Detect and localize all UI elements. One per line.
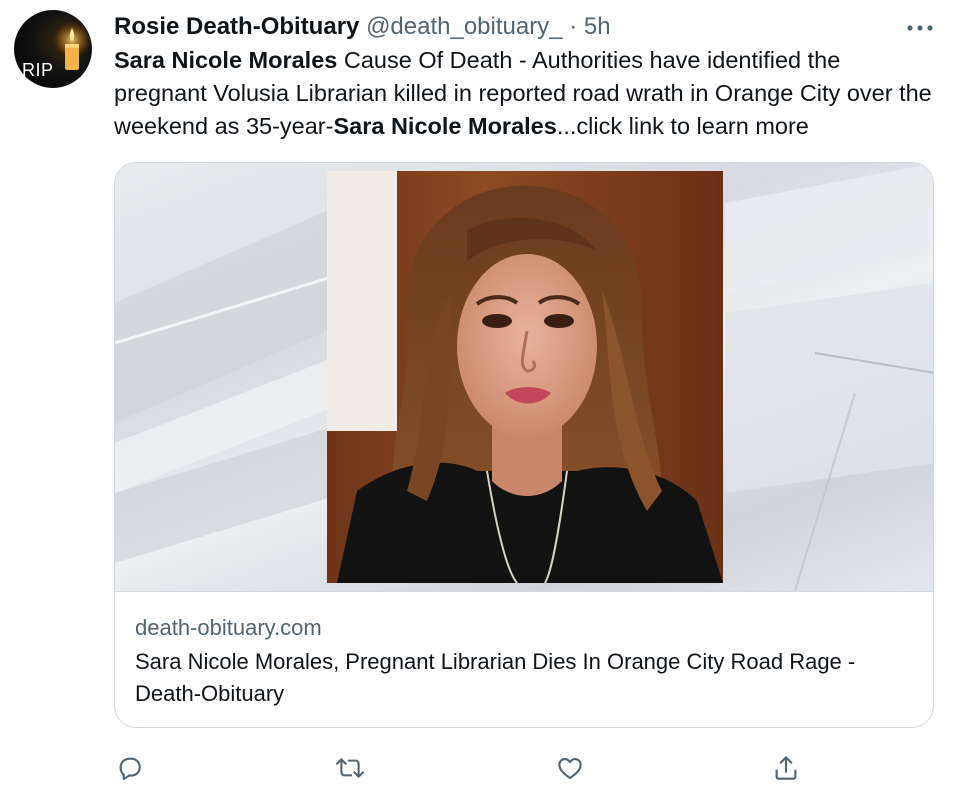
card-domain: death-obituary.com [135, 615, 322, 640]
share-icon [775, 756, 797, 780]
retweet-button[interactable] [330, 748, 370, 788]
display-name[interactable]: Rosie Death-Obituary [114, 13, 359, 40]
tweet-text-part: ...click link to learn more [556, 113, 809, 139]
timestamp[interactable]: 5h [584, 13, 611, 40]
card-title: Sara Nicole Morales, Pregnant Librarian … [135, 649, 856, 706]
highlighted-name: Sara Nicole Morales [114, 47, 338, 73]
more-horizontal-icon [907, 25, 933, 31]
reply-icon [119, 757, 141, 781]
highlighted-name: Sara Nicole Morales [333, 113, 557, 139]
tweet-text: Sara Nicole Morales Cause Of Death - Aut… [114, 44, 934, 143]
link-card[interactable]: death-obituary.com Sara Nicole Morales, … [114, 162, 934, 728]
retweet-icon [336, 758, 364, 778]
portrait-photo [327, 171, 723, 583]
separator: · [569, 13, 578, 40]
user-handle[interactable]: @death_obituary_ [366, 13, 563, 40]
card-meta[interactable]: death-obituary.com Sara Nicole Morales, … [115, 591, 933, 727]
more-options-button[interactable] [902, 12, 938, 42]
like-button[interactable] [550, 748, 590, 788]
avatar[interactable]: RIP [14, 10, 92, 88]
action-bar [114, 748, 934, 788]
tweet-header: Rosie Death-Obituary @death_obituary_ · … [114, 12, 611, 42]
share-button[interactable] [766, 748, 806, 788]
tweet: RIP Rosie Death-Obituary @death_obituary… [0, 0, 960, 791]
card-image[interactable] [115, 163, 933, 591]
avatar-rip-text: RIP [22, 60, 54, 80]
heart-icon [558, 757, 582, 780]
reply-button[interactable] [110, 748, 150, 788]
